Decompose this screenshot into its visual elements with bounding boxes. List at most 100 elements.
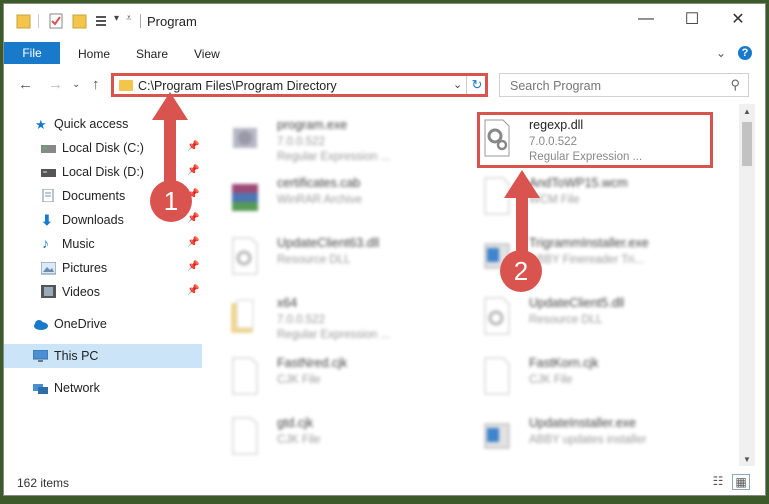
exe-icon [233, 128, 257, 148]
forward-button[interactable]: → [48, 76, 63, 93]
pictures-icon [41, 262, 56, 275]
new-folder-icon[interactable] [72, 12, 88, 30]
annotation-badge-2: 2 [500, 250, 542, 292]
sidebar-item-music[interactable]: ♪ Music 📌 [4, 232, 202, 256]
sidebar-item-label: Network [54, 381, 100, 395]
sidebar-item-label: Documents [62, 189, 126, 203]
maximize-button[interactable]: ☐ [669, 4, 715, 34]
help-icon[interactable]: ? [738, 46, 752, 60]
documents-icon [42, 189, 54, 202]
file-name: program.exe [277, 118, 348, 132]
tab-file[interactable]: File [4, 42, 60, 64]
file-version: 7.0.0.522 [277, 314, 325, 326]
file-item-andtowp15-wcm[interactable]: AndToWP15.wcm WCM File [461, 170, 701, 226]
file-version: 7.0.0.522 [277, 136, 325, 148]
file-name: UpdateClient5.dll [529, 296, 625, 310]
cloud-icon [34, 320, 48, 330]
sidebar-item-network[interactable]: Network [4, 376, 202, 400]
file-type: ABBY updates installer [529, 434, 647, 446]
file-type: Regular Expression ... [277, 151, 391, 163]
large-icons-view-icon[interactable]: ▦ [732, 474, 750, 490]
sidebar-item-label: Local Disk (D:) [62, 165, 144, 179]
file-name: x64 [277, 296, 298, 310]
dll-gear-icon [232, 237, 258, 275]
file-type: Resource DLL [277, 254, 351, 266]
pin-icon: 📌 [187, 237, 200, 248]
sidebar-item-label: Videos [62, 285, 100, 299]
status-bar: 162 items ☷ ▦ [4, 469, 765, 495]
scrollbar-thumb[interactable] [742, 122, 752, 166]
dropdown-icon[interactable]: ⩡ [126, 13, 132, 24]
pin-icon: 📌 [187, 261, 200, 272]
chevron-down-icon[interactable]: ▾ [114, 13, 119, 24]
annotation-badge-1: 1 [150, 180, 192, 222]
file-type: Resource DLL [529, 314, 603, 326]
refresh-button[interactable]: ↻ [466, 76, 487, 94]
file-list: program.exe 7.0.0.522 Regular Expression… [209, 104, 739, 466]
sidebar-item-label: OneDrive [54, 317, 107, 331]
file-item-trigramminstaller-exe[interactable]: TrigrammInstaller.exe ABBY Finereader Tr… [461, 230, 701, 286]
up-button[interactable]: ↑ [92, 76, 100, 93]
file-item-fastnred-cjk[interactable]: FastNred.cjk CJK File [209, 350, 449, 406]
file-item-program-exe[interactable]: program.exe 7.0.0.522 Regular Expression… [209, 112, 449, 168]
file-type: CJK File [277, 374, 321, 386]
file-item-x64[interactable]: x64 7.0.0.522 Regular Expression ... [209, 290, 449, 346]
sidebar-item-onedrive[interactable]: OneDrive [4, 312, 202, 336]
file-name: TrigrammInstaller.exe [529, 236, 649, 250]
file-type: WinRAR Archive [277, 194, 362, 206]
sidebar-item-this-pc[interactable]: This PC [4, 344, 202, 368]
tab-home[interactable]: Home [78, 47, 110, 61]
star-icon: ★ [35, 117, 47, 132]
sidebar-item-label: Downloads [62, 213, 124, 227]
sidebar-item-label: Local Disk (C:) [62, 141, 144, 155]
sidebar-item-videos[interactable]: Videos 📌 [4, 280, 202, 304]
item-count: 162 items [17, 476, 70, 490]
tab-share[interactable]: Share [136, 47, 168, 61]
drive-icon [41, 145, 56, 153]
search-box[interactable]: ⚲ [499, 73, 749, 97]
address-path[interactable]: C:\Program Files\Program Directory [138, 79, 337, 93]
download-icon: ⬇ [41, 212, 53, 228]
sidebar-item-label: Quick access [54, 117, 129, 131]
file-icon [484, 357, 510, 395]
scroll-down-icon[interactable]: ▼ [739, 452, 755, 466]
installer-icon [484, 423, 510, 449]
file-item-updateclient5-dll[interactable]: UpdateClient5.dll Resource DLL [461, 290, 701, 346]
file-item-certificates-cab[interactable]: certificates.cab WinRAR Archive [209, 170, 449, 226]
close-button[interactable]: ✕ [715, 4, 761, 34]
file-item-updateinstaller-exe[interactable]: UpdateInstaller.exe ABBY updates install… [461, 410, 701, 466]
search-input[interactable] [508, 77, 712, 95]
tab-view[interactable]: View [194, 47, 220, 61]
title-bar: ▾ ⩡ Program — ☐ ✕ [4, 4, 765, 38]
file-name: UpdateClient63.dll [277, 236, 380, 250]
pin-icon: 📌 [187, 213, 200, 224]
computer-icon [33, 350, 48, 362]
file-explorer-window: ▾ ⩡ Program — ☐ ✕ File Home Share View ⌄… [3, 3, 766, 496]
address-dropdown-icon[interactable]: ⌄ [453, 78, 462, 91]
properties-icon[interactable] [48, 12, 64, 30]
recent-locations-button[interactable]: ⌄ [72, 79, 80, 90]
sidebar-item-label: This PC [54, 349, 99, 363]
sidebar-item-label: Pictures [62, 261, 108, 275]
scroll-up-icon[interactable]: ▲ [739, 104, 755, 118]
file-name: AndToWP15.wcm [529, 176, 628, 190]
ribbon-expand-icon[interactable]: ⌄ [716, 46, 726, 60]
sidebar-item-pictures[interactable]: Pictures 📌 [4, 256, 202, 280]
file-type: Regular Expression ... [277, 329, 391, 341]
file-type: ABBY Finereader Tri... [529, 254, 644, 266]
ribbon: File Home Share View ⌄ ? [4, 38, 765, 69]
minimize-button[interactable]: — [623, 4, 669, 34]
customize-toolbar-icon[interactable] [94, 12, 110, 30]
file-item-fastkorn-cjk[interactable]: FastKorn.cjk CJK File [461, 350, 701, 406]
file-item-gtd-cjk[interactable]: gtd.cjk CJK File [209, 410, 449, 466]
file-type: CJK File [529, 374, 573, 386]
back-button[interactable]: ← [18, 76, 33, 93]
window-title: Program [147, 14, 197, 29]
file-type: CJK File [277, 434, 321, 446]
search-icon[interactable]: ⚲ [730, 77, 740, 93]
vertical-scrollbar[interactable]: ▲ ▼ [739, 104, 755, 466]
details-view-icon[interactable]: ☷ [710, 474, 726, 488]
file-name: FastKorn.cjk [529, 356, 599, 370]
annotation-arrow-1 [152, 92, 188, 192]
file-item-updateclient63-dll[interactable]: UpdateClient63.dll Resource DLL [209, 230, 449, 286]
